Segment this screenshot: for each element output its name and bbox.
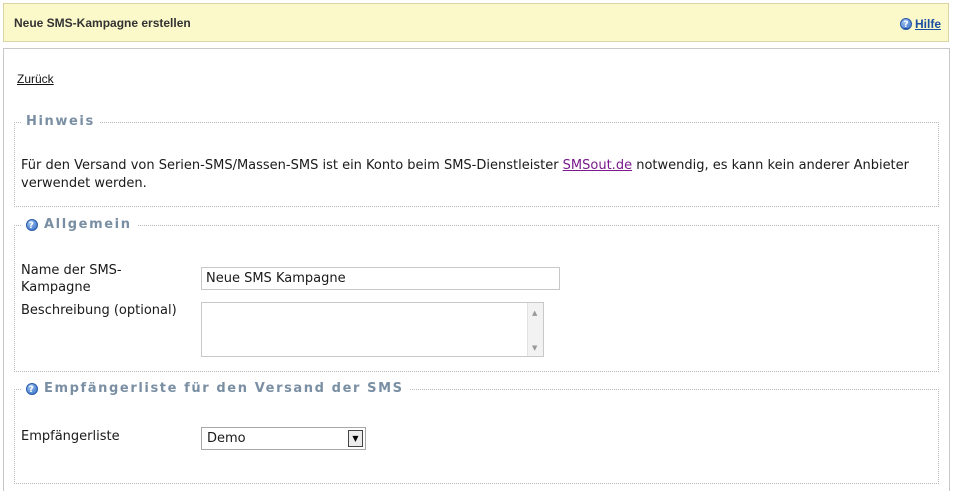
scroll-down-icon[interactable]: ▼ <box>532 344 537 352</box>
page-title: Neue SMS-Kampagne erstellen <box>14 16 191 30</box>
general-legend: ? Allgemein <box>21 217 137 232</box>
page-header: Neue SMS-Kampagne erstellen ? Hilfe <box>3 3 949 42</box>
hint-text: Für den Versand von Serien-SMS/Massen-SM… <box>21 157 921 193</box>
chevron-down-icon[interactable]: ▼ <box>348 430 363 447</box>
description-textarea[interactable]: ▲ ▼ <box>201 302 544 357</box>
hint-legend-text: Hinweis <box>26 114 95 129</box>
campaign-name-label: Name der SMS-Kampagne <box>21 263 122 295</box>
description-scrollbar[interactable]: ▲ ▼ <box>527 303 543 356</box>
recipient-list-value: Demo <box>207 431 246 446</box>
recipient-help-icon[interactable]: ? <box>26 382 38 395</box>
recipient-legend: ? Empfängerliste für den Versand der SMS <box>21 381 409 396</box>
hint-fieldset: Hinweis Für den Versand von Serien-SMS/M… <box>14 114 939 207</box>
description-label: Beschreibung (optional) <box>21 303 177 318</box>
recipient-list-select[interactable]: Demo ▼ <box>201 427 366 450</box>
scroll-up-icon[interactable]: ▲ <box>532 309 537 317</box>
general-fieldset: ? Allgemein Name der SMS-Kampagne Beschr… <box>14 217 939 372</box>
smsout-link[interactable]: SMSout.de <box>563 158 632 173</box>
help-label: Hilfe <box>914 17 941 31</box>
recipient-list-label: Empfängerliste <box>21 429 120 444</box>
campaign-name-input[interactable] <box>201 267 560 290</box>
help-link[interactable]: ? Hilfe <box>899 17 941 31</box>
back-link[interactable]: Zurück <box>17 72 54 86</box>
general-legend-text: Allgemein <box>44 217 132 232</box>
general-help-icon[interactable]: ? <box>26 218 38 231</box>
hint-text-before: Für den Versand von Serien-SMS/Massen-SM… <box>21 158 563 173</box>
recipient-fieldset: ? Empfängerliste für den Versand der SMS… <box>14 381 939 484</box>
recipient-legend-text: Empfängerliste für den Versand der SMS <box>44 381 404 396</box>
hint-legend: Hinweis <box>21 114 100 129</box>
help-icon: ? <box>899 18 912 30</box>
